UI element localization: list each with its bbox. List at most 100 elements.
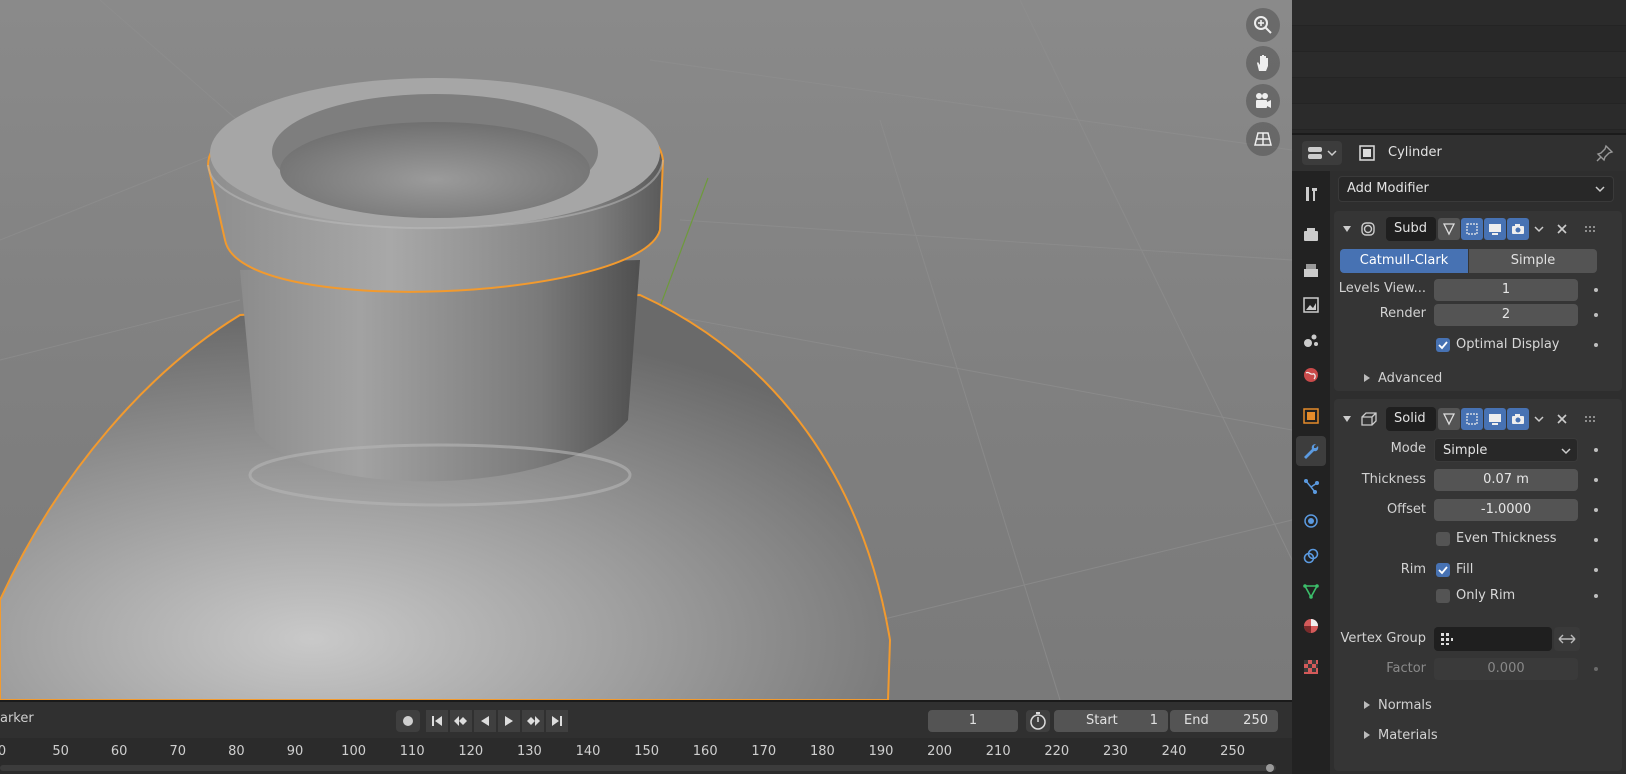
advanced-label: Advanced [1378,371,1443,386]
ruler-tick-label: 180 [809,744,835,759]
levels-viewport-field[interactable]: 1 [1434,279,1578,301]
fill-label: Fill [1456,562,1474,577]
render-toggle[interactable] [1507,218,1529,240]
keyframe-dot[interactable] [1594,343,1598,347]
cage-toggle[interactable] [1461,408,1483,430]
frame-ruler[interactable]: 0 50 60 70 80 90 100 110 120 130 140 150 160 170 180 19… [0,738,1292,774]
thickness-label: Thickness [1361,472,1426,487]
close-icon[interactable] [1556,413,1568,425]
materials-subpanel[interactable]: Materials [1330,723,1626,751]
drag-handle-icon[interactable] [1584,414,1598,424]
keyframe-dot[interactable] [1594,478,1598,482]
camera-icon[interactable] [1246,84,1280,118]
chevron-down-icon[interactable] [1534,415,1544,423]
ruler-tick-label: 0 [0,744,7,759]
scrollbar-handle[interactable] [1266,764,1274,772]
keyframe-dot[interactable] [1594,313,1598,317]
offset-field[interactable]: -1.0000 [1434,499,1578,521]
collapse-icon[interactable] [1342,415,1352,423]
chevron-down-icon[interactable] [1534,225,1544,233]
mode-label: Mode [1390,441,1426,456]
tab-output[interactable] [1296,255,1326,285]
subdivision-name-field[interactable]: Subd [1386,217,1436,241]
end-value: 250 [1243,713,1268,728]
simple-button[interactable]: Simple [1469,249,1597,273]
solidify-name-field[interactable]: Solid [1386,407,1436,431]
fill-checkbox[interactable] [1436,563,1450,577]
ruler-tick-label: 90 [286,744,304,759]
edit-mode-toggle[interactable] [1438,408,1460,430]
tab-modifiers[interactable] [1296,436,1326,466]
prev-keyframe-button[interactable] [450,710,472,732]
tab-material[interactable] [1296,611,1326,641]
current-frame-field[interactable]: 1 [928,710,1018,732]
keyframe-dot[interactable] [1594,448,1598,452]
close-icon[interactable] [1556,223,1568,235]
zoom-icon[interactable] [1246,8,1280,42]
start-label: Start [1086,713,1118,728]
pin-icon[interactable] [1596,144,1614,166]
play-reverse-button[interactable] [474,710,496,732]
keyframe-dot[interactable] [1594,594,1598,598]
tab-constraints[interactable] [1296,541,1326,571]
jump-end-button[interactable] [546,710,568,732]
thickness-field[interactable]: 0.07 m [1434,469,1578,491]
catmull-clark-button[interactable]: Catmull-Clark [1340,249,1468,273]
expand-arrow-icon [1364,374,1370,382]
tab-texture[interactable] [1296,652,1326,682]
render-levels-field[interactable]: 2 [1434,304,1578,326]
hand-pan-icon[interactable] [1246,46,1280,80]
realtime-toggle[interactable] [1484,218,1506,240]
next-keyframe-button[interactable] [522,710,544,732]
edit-mode-toggle[interactable] [1438,218,1460,240]
drag-handle-icon[interactable] [1584,224,1598,234]
collapse-icon[interactable] [1342,225,1352,233]
invert-vertex-group-button[interactable] [1554,627,1580,651]
keyframe-dot[interactable] [1594,508,1598,512]
realtime-toggle[interactable] [1484,408,1506,430]
only-rim-checkbox[interactable] [1436,589,1450,603]
factor-label: Factor [1386,661,1426,676]
stopwatch-icon[interactable] [1026,710,1050,732]
tab-scene[interactable] [1296,325,1326,355]
start-frame-field[interactable]: Start 1 [1054,710,1168,732]
keyframe-dot[interactable] [1594,568,1598,572]
ruler-tick-label: 50 [52,744,69,759]
tab-particles[interactable] [1296,471,1326,501]
timeline-scrollbar[interactable] [0,765,1276,771]
outliner-row [1292,52,1626,78]
record-button[interactable] [396,710,420,732]
jump-start-button[interactable] [426,710,448,732]
tab-world[interactable] [1296,360,1326,390]
factor-field[interactable]: 0.000 [1434,658,1578,680]
outliner-row [1292,0,1626,26]
end-label: End [1184,713,1209,728]
3d-viewport[interactable] [0,0,1292,700]
add-modifier-dropdown[interactable]: Add Modifier [1338,176,1614,202]
advanced-subpanel[interactable]: Advanced [1330,366,1626,394]
marker-menu[interactable]: arker [0,711,34,726]
tab-render[interactable] [1296,220,1326,250]
cage-toggle[interactable] [1461,218,1483,240]
tab-view-layer[interactable] [1296,290,1326,320]
end-frame-field[interactable]: End 250 [1170,710,1278,732]
normals-subpanel[interactable]: Normals [1330,693,1626,721]
vertex-group-field[interactable] [1434,627,1552,651]
outliner-row [1292,26,1626,52]
ruler-tick-label: 220 [1044,744,1070,759]
tab-object[interactable] [1296,401,1326,431]
keyframe-dot[interactable] [1594,667,1598,671]
play-button[interactable] [498,710,520,732]
properties-header: Cylinder [1292,135,1626,171]
grid-icon[interactable] [1246,122,1280,156]
tab-tool[interactable] [1296,179,1326,209]
keyframe-dot[interactable] [1594,538,1598,542]
even-thickness-checkbox[interactable] [1436,532,1450,546]
tab-physics[interactable] [1296,506,1326,536]
mode-dropdown[interactable]: Simple [1434,438,1578,462]
keyframe-dot[interactable] [1594,288,1598,292]
optimal-display-checkbox[interactable] [1436,338,1450,352]
tab-object-data[interactable] [1296,576,1326,606]
editor-type-button[interactable] [1302,141,1342,165]
render-toggle[interactable] [1507,408,1529,430]
